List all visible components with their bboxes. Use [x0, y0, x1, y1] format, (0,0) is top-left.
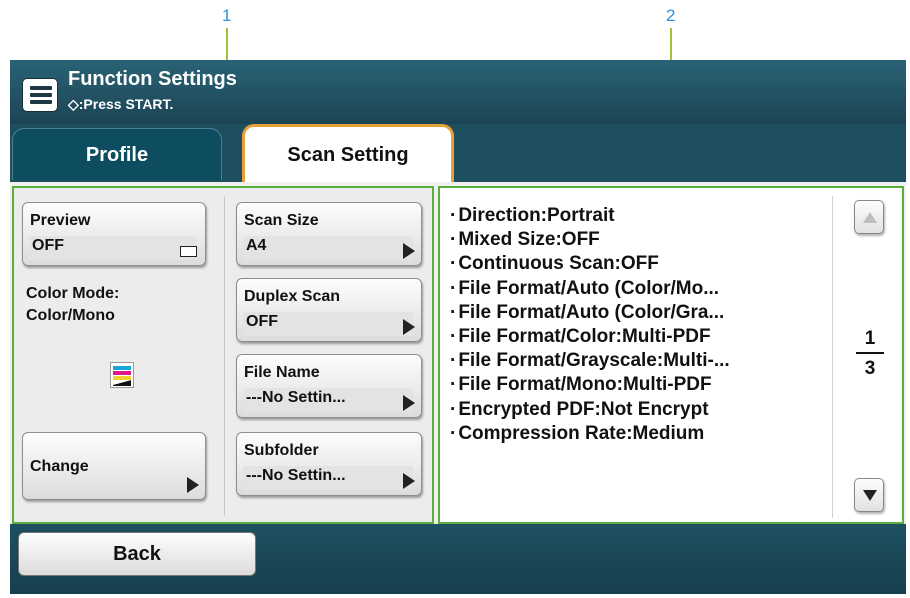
page-total: 3 — [864, 358, 876, 379]
callout-1: 1 — [222, 6, 232, 25]
arrow-up-icon — [863, 212, 877, 223]
scroll-down-button[interactable] — [854, 478, 884, 512]
subfolder-button[interactable]: Subfolder ---No Settin... — [236, 432, 422, 496]
preview-label: Preview — [30, 212, 91, 229]
settings-summary-panel: Direction:Portrait Mixed Size:OFF Contin… — [438, 186, 904, 524]
file-name-label: File Name — [244, 364, 320, 381]
color-mode-value: Color/Mono — [26, 307, 115, 324]
color-mode-label: Color Mode: — [26, 285, 120, 302]
color-mode-icon — [110, 362, 134, 388]
list-item: File Format/Grayscale:Multi-... — [450, 349, 835, 373]
subfolder-value: ---No Settin... — [243, 466, 413, 490]
list-item: Mixed Size:OFF — [450, 228, 835, 252]
tab-profile[interactable]: Profile — [12, 128, 222, 180]
preview-button[interactable]: Preview OFF — [22, 202, 206, 266]
bottom-bar: Back — [10, 526, 906, 594]
duplex-scan-button[interactable]: Duplex Scan OFF — [236, 278, 422, 342]
list-item: Direction:Portrait — [450, 204, 835, 228]
scrollbar-divider — [832, 196, 833, 518]
duplex-scan-label: Duplex Scan — [244, 288, 341, 305]
list-item: File Format/Auto (Color/Gra... — [450, 301, 835, 325]
back-button[interactable]: Back — [18, 532, 256, 576]
page-subtitle: ◇:Press START. — [68, 96, 174, 112]
device-screen: Function Settings ◇:Press START. Profile… — [10, 60, 906, 594]
arrow-right-icon — [403, 319, 415, 335]
file-name-button[interactable]: File Name ---No Settin... — [236, 354, 422, 418]
settings-list: Direction:Portrait Mixed Size:OFF Contin… — [450, 204, 835, 446]
change-button[interactable]: Change — [22, 432, 206, 500]
page-divider — [856, 352, 884, 354]
settings-buttons-panel: Preview OFF Color Mode: Color/Mono Chang… — [12, 186, 434, 524]
arrow-right-icon — [403, 243, 415, 259]
change-label: Change — [30, 458, 89, 475]
scan-size-label: Scan Size — [244, 212, 319, 229]
scroll-up-button[interactable] — [854, 200, 884, 234]
duplex-scan-value: OFF — [243, 312, 413, 336]
file-name-value: ---No Settin... — [243, 388, 413, 412]
tab-scan-setting[interactable]: Scan Setting — [242, 124, 454, 184]
menu-list-icon — [22, 78, 58, 112]
arrow-right-icon — [403, 395, 415, 411]
scan-size-button[interactable]: Scan Size A4 — [236, 202, 422, 266]
list-item: File Format/Color:Multi-PDF — [450, 325, 835, 349]
page-current: 1 — [864, 328, 876, 349]
arrow-right-icon — [187, 477, 199, 493]
arrow-down-icon — [863, 490, 877, 501]
list-item: Compression Rate:Medium — [450, 422, 835, 446]
list-item: File Format/Auto (Color/Mo... — [450, 277, 835, 301]
column-divider — [224, 196, 225, 516]
scan-size-value: A4 — [243, 236, 413, 260]
list-item: Encrypted PDF:Not Encrypt — [450, 398, 835, 422]
page-title: Function Settings — [68, 68, 237, 90]
arrow-right-icon — [403, 473, 415, 489]
title-bar: Function Settings ◇:Press START. — [10, 60, 906, 124]
callout-2: 2 — [666, 6, 676, 25]
content-area: Preview OFF Color Mode: Color/Mono Chang… — [10, 182, 906, 524]
checkbox-icon — [180, 246, 197, 257]
preview-value: OFF — [29, 236, 197, 260]
list-item: Continuous Scan:OFF — [450, 252, 835, 276]
subfolder-label: Subfolder — [244, 442, 319, 459]
list-item: File Format/Mono:Multi-PDF — [450, 373, 835, 397]
